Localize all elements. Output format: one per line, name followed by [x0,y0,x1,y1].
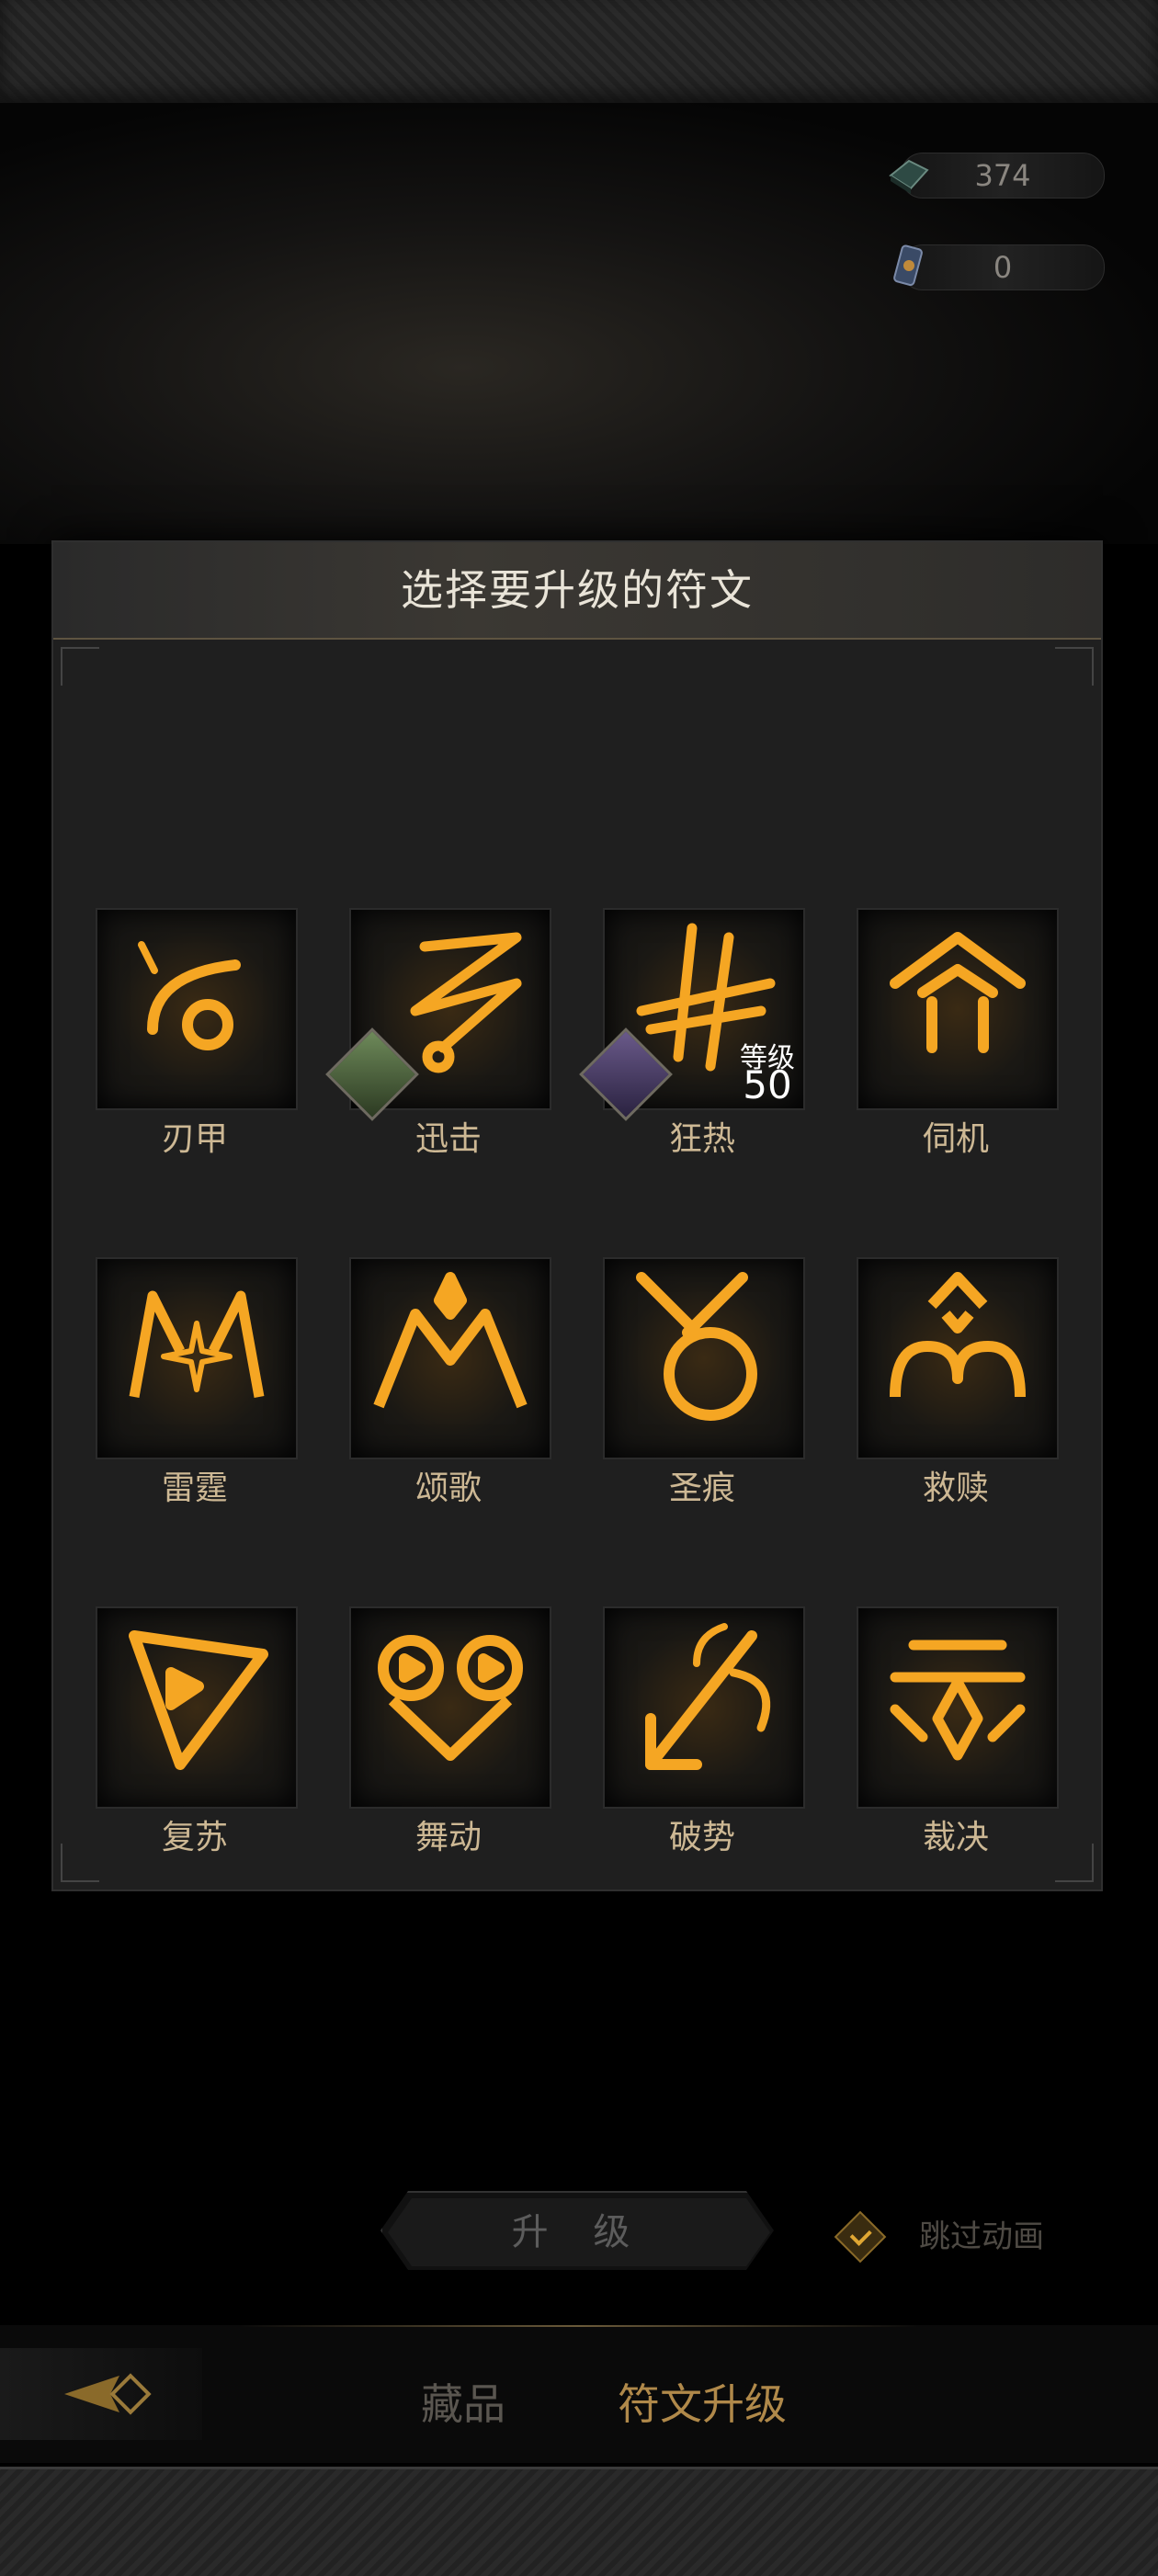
rune-card-opportunity[interactable] [857,908,1059,1110]
back-arrow-icon [64,2373,152,2415]
rune-label: 舞动 [414,1819,482,1856]
rune-card-thunder[interactable] [96,1257,298,1459]
frame-corner [61,647,99,686]
currency-value: 374 [974,158,1031,193]
rune-label: 狂热 [668,1120,735,1158]
rune-label: 雷霆 [161,1470,228,1507]
currency-value: 0 [993,250,1013,285]
rune-card-redemption[interactable] [857,1257,1059,1459]
bottom-ornament-bar [0,2467,1158,2576]
tab-rune-upgrade[interactable]: 符文升级 [618,2371,787,2432]
redemption-rune-icon [890,1272,1026,1398]
dialog-title: 选择要升级的符文 [401,565,754,615]
judgment-rune-icon [890,1640,1026,1761]
rune-label: 圣痕 [668,1470,735,1507]
frame-corner [1055,647,1094,686]
stigmata-rune-icon [636,1272,757,1421]
rune-label: 颂歌 [414,1470,482,1507]
rune-card-dance[interactable] [349,1606,551,1809]
rune-card-judgment[interactable] [857,1606,1059,1809]
tab-collection[interactable]: 藏品 [421,2371,505,2432]
rune-card-break[interactable] [603,1606,805,1809]
hymn-rune-icon [373,1272,528,1409]
rune-card-revival[interactable] [96,1606,298,1809]
revival-rune-icon [129,1630,268,1770]
rune-card-stigmata[interactable] [603,1257,805,1459]
upgrade-button-label: 升 级 [511,2211,647,2253]
currency-rune-scroll: 0 [893,244,1105,290]
break-rune-icon [645,1623,771,1770]
thunder-rune-icon [129,1290,265,1398]
rune-label: 刃甲 [161,1120,228,1158]
currency-rune-stone: 374 [889,153,1105,199]
rune-label: 复苏 [161,1819,228,1856]
opportunity-rune-icon [890,932,1026,1053]
back-button[interactable] [0,2348,202,2440]
frame-corner [61,1844,99,1882]
blade-armor-rune-icon [138,941,241,1050]
rune-label: 裁决 [922,1819,989,1856]
rune-label: 迅击 [414,1120,482,1158]
rune-card-blade-armor[interactable] [96,908,298,1110]
rune-label: 救赎 [922,1470,989,1507]
rune-label: 伺机 [922,1120,989,1158]
tab-divider [239,2325,919,2327]
upgrade-button[interactable]: 升 级 [380,2191,774,2270]
rune-card-hymn[interactable] [349,1257,551,1459]
top-ornament-bar [0,0,1158,106]
checkbox-checked-icon [834,2210,887,2264]
rune-label: 破势 [668,1819,735,1856]
dance-rune-icon [378,1635,523,1761]
dialog-header: 选择要升级的符文 [53,542,1101,640]
frame-corner [1055,1844,1094,1882]
skip-animation-label: 跳过动画 [919,2219,1044,2255]
level-value: 50 [743,1062,792,1107]
